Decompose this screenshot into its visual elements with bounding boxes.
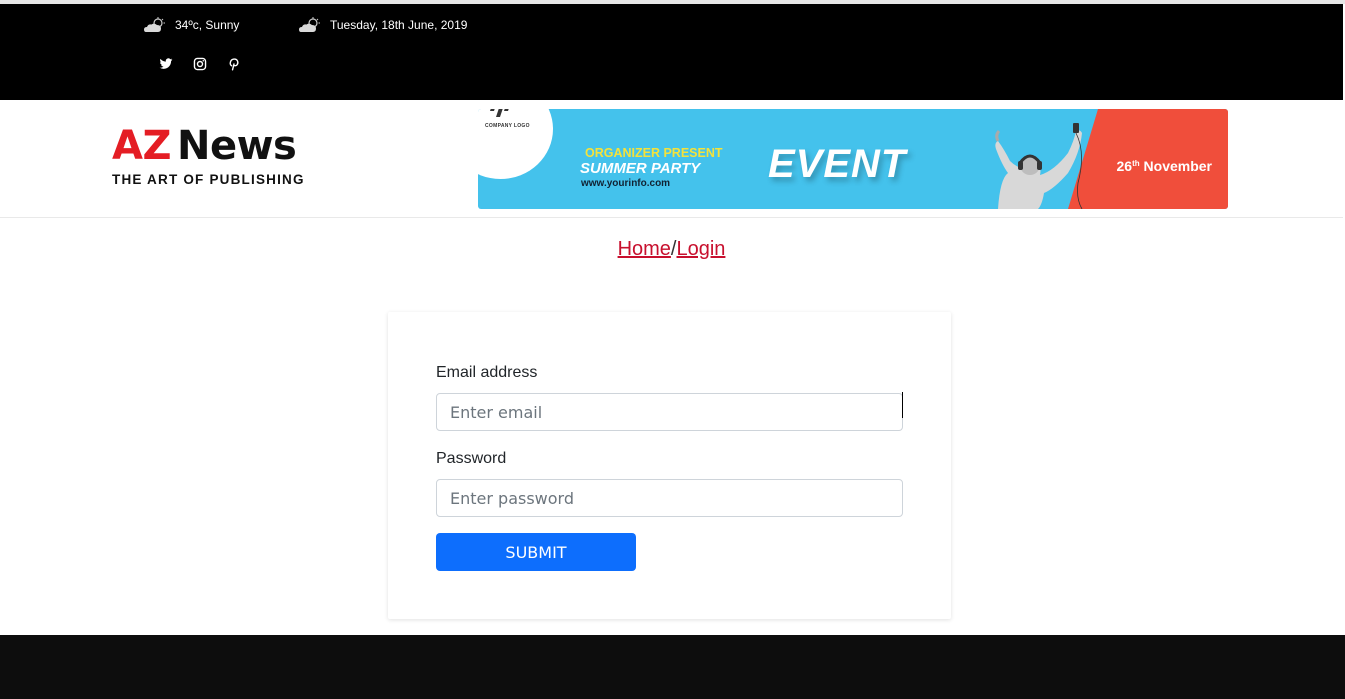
weather-info: 34ºc, Sunny <box>143 17 239 33</box>
weather-text: 34ºc, Sunny <box>175 18 240 32</box>
date-text: Tuesday, 18th June, 2019 <box>330 18 468 32</box>
text-cursor <box>902 392 903 418</box>
submit-button[interactable]: SUBMIT <box>436 533 636 571</box>
company-logo-icon <box>490 109 509 117</box>
password-input[interactable] <box>436 479 903 517</box>
banner-organizer-text: ORGANIZER PRESENT <box>585 146 723 160</box>
site-header: AZ News THE ART OF PUBLISHING COMPANY LOG… <box>0 100 1343 218</box>
instagram-icon[interactable] <box>193 57 207 71</box>
logo-tagline: THE ART OF PUBLISHING <box>112 172 305 187</box>
partly-cloudy-icon <box>144 17 165 32</box>
breadcrumb-home-link[interactable]: Home <box>618 238 671 260</box>
dancing-person-image <box>995 123 1083 209</box>
pinterest-icon[interactable] <box>227 57 241 71</box>
site-footer <box>0 635 1345 699</box>
banner-date-month: November <box>1143 158 1212 174</box>
logo-news: News <box>176 123 297 169</box>
company-logo-text: COMPANY LOGO <box>485 123 530 129</box>
logo-az: AZ <box>112 123 171 169</box>
banner-party-text: SUMMER PARTY <box>580 160 701 177</box>
social-links <box>159 57 241 71</box>
site-logo[interactable]: AZ News THE ART OF PUBLISHING <box>112 124 305 187</box>
banner-date-day: 26 <box>1116 158 1133 174</box>
top-bar: 34ºc, Sunny Tuesday, 18th June, 2019 <box>0 4 1343 100</box>
email-input[interactable] <box>436 393 903 431</box>
banner-url-text: www.yourinfo.com <box>581 178 671 189</box>
twitter-icon[interactable] <box>159 57 173 71</box>
logo-wordmark: AZ News <box>112 124 305 168</box>
breadcrumb-login-link[interactable]: Login <box>676 238 725 260</box>
password-label: Password <box>436 450 507 467</box>
partly-cloudy-icon <box>299 17 320 32</box>
banner-date-text: 26th November <box>1117 158 1213 174</box>
banner-date-suffix: th <box>1132 159 1140 168</box>
banner-company-logo: COMPANY LOGO <box>478 109 553 179</box>
email-label: Email address <box>436 364 538 381</box>
breadcrumb: Home/Login <box>0 238 1343 261</box>
banner-event-title: EVENT <box>768 142 907 186</box>
date-info: Tuesday, 18th June, 2019 <box>298 17 467 33</box>
event-banner-ad[interactable]: COMPANY LOGO ORGANIZER PRESENT SUMMER PA… <box>478 109 1228 209</box>
login-card: Email address Password SUBMIT <box>388 312 951 619</box>
